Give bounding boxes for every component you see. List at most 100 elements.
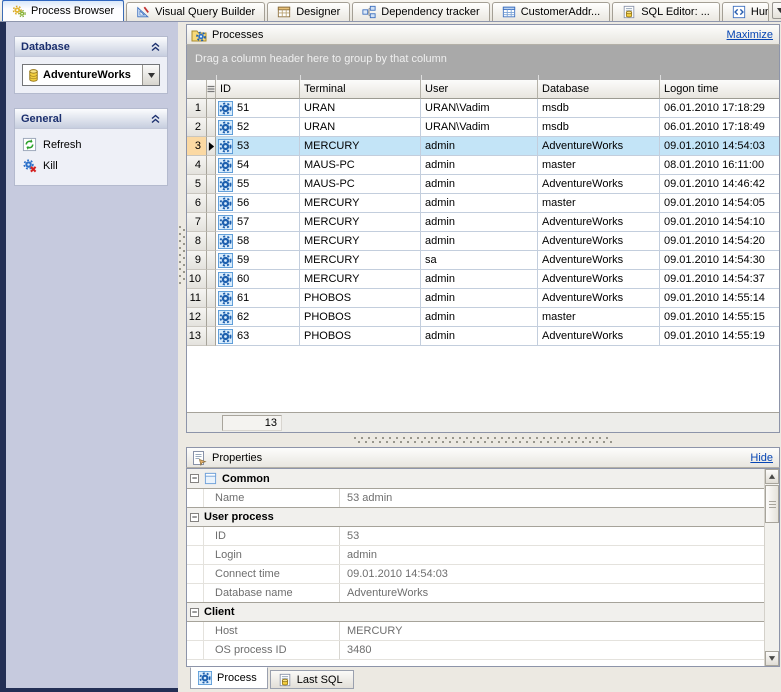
sidebar-item-kill[interactable]: Kill <box>15 155 167 176</box>
cell-id-value: 53 <box>237 140 250 152</box>
property-group-user-process[interactable]: − User process <box>187 507 764 527</box>
cell-logon-value: 09.01.2010 14:54:37 <box>664 273 765 285</box>
group-expander[interactable]: − <box>190 607 199 617</box>
tab-process-browser[interactable]: Process Browser <box>2 0 125 21</box>
group-by-bar[interactable]: Drag a column header here to group by th… <box>186 45 780 80</box>
property-name: Database name <box>187 584 340 602</box>
section-header-database[interactable]: Database <box>15 37 167 57</box>
property-login[interactable]: Login admin <box>187 546 764 565</box>
group-expander[interactable]: − <box>190 512 199 522</box>
process-row-52[interactable]: 2 52 URAN URAN\Vadim msdb 06.01.2010 17:18:49 <box>187 118 779 137</box>
property-os-process-id[interactable]: OS process ID 3480 <box>187 641 764 660</box>
column-header-logon-time[interactable]: Logon time <box>660 80 779 99</box>
property-group-client[interactable]: − Client <box>187 602 764 622</box>
process-row-62[interactable]: 12 62 PHOBOS admin master 09.01.2010 14:55:15 <box>187 308 779 327</box>
cell-logon-value: 06.01.2010 17:18:29 <box>664 102 765 114</box>
tab-visual-query-builder[interactable]: Visual Query Builder <box>126 2 266 21</box>
property-connect-time[interactable]: Connect time 09.01.2010 14:54:03 <box>187 565 764 584</box>
process-row-59[interactable]: 9 59 MERCURY sa AdventureWorks 09.01.2010 14:… <box>187 251 779 270</box>
tab-sql-editor[interactable]: SQL Editor: ... <box>612 2 720 21</box>
process-row-60[interactable]: 10 60 MERCURY admin AdventureWorks 09.01.2010… <box>187 270 779 289</box>
process-row-53[interactable]: 3 53 MERCURY admin AdventureWorks 09.01.2010 … <box>187 137 779 156</box>
column-header-database[interactable]: Database <box>538 80 660 99</box>
designer-icon <box>277 5 291 19</box>
cell-database-value: AdventureWorks <box>542 216 624 228</box>
column-header-id[interactable]: ID <box>216 80 300 99</box>
collapse-chevron-icon[interactable] <box>150 42 161 52</box>
process-row-56[interactable]: 6 56 MERCURY admin master 09.01.2010 14:54:05 <box>187 194 779 213</box>
property-name[interactable]: Name 53 admin <box>187 489 764 508</box>
section-header-general[interactable]: General <box>15 109 167 129</box>
property-host[interactable]: Host MERCURY <box>187 622 764 641</box>
cell-user-value: admin <box>425 216 455 228</box>
tab-list-dropdown-button[interactable] <box>771 2 781 19</box>
sidebar-item-refresh[interactable]: Refresh <box>15 134 167 155</box>
process-row-51[interactable]: 1 51 URAN URAN\Vadim msdb 06.01.2010 17:18:29 <box>187 99 779 118</box>
process-row-63[interactable]: 13 63 PHOBOS admin AdventureWorks 09.01.2010 … <box>187 327 779 346</box>
properties-icon <box>191 450 207 466</box>
group-expander[interactable]: − <box>190 474 199 483</box>
cell-database: msdb <box>538 118 660 137</box>
process-row-57[interactable]: 7 57 MERCURY admin AdventureWorks 09.01.2010 … <box>187 213 779 232</box>
bottom-tab-process[interactable]: Process <box>190 667 268 689</box>
cell-database: AdventureWorks <box>538 213 660 232</box>
cell-database-value: msdb <box>542 102 569 114</box>
splitter-grip <box>178 226 186 284</box>
properties-scrollbar[interactable] <box>764 469 779 666</box>
bottom-tab-last-sql[interactable]: Last SQL <box>269 670 354 689</box>
scrollbar-thumb[interactable] <box>765 485 779 523</box>
column-header-user[interactable]: User <box>421 80 538 99</box>
process-row-54[interactable]: 4 54 MAUS-PC admin master 08.01.2010 16:11:00 <box>187 156 779 175</box>
tab-label: Designer <box>296 6 341 18</box>
process-row-61[interactable]: 11 61 PHOBOS admin AdventureWorks 09.01.2010 … <box>187 289 779 308</box>
row-indicator <box>207 327 216 346</box>
grid-rows: 1 51 URAN URAN\Vadim msdb 06.01.2010 17:18:29… <box>187 99 779 346</box>
processes-panel-header: Processes Maximize <box>186 24 780 45</box>
column-chooser-button[interactable] <box>207 80 216 99</box>
process-row-58[interactable]: 8 58 MERCURY admin AdventureWorks 09.01.2010 … <box>187 232 779 251</box>
tab-label: Process Browser <box>31 5 115 17</box>
property-name: Connect time <box>187 565 340 583</box>
cell-terminal-value: MERCURY <box>304 254 360 266</box>
process-browser-icon <box>12 4 26 18</box>
sql-doc-icon <box>278 673 292 687</box>
cell-id: 52 <box>216 118 300 137</box>
tab-hun[interactable]: Hun <box>721 2 769 21</box>
cell-logon-value: 09.01.2010 14:46:42 <box>664 178 765 190</box>
cell-user-value: admin <box>425 273 455 285</box>
scroll-down-button[interactable] <box>765 651 779 666</box>
bottom-tab-label: Last SQL <box>296 673 343 686</box>
tab-customeraddr[interactable]: CustomerAddr... <box>491 2 611 21</box>
hide-link[interactable]: Hide <box>750 452 773 464</box>
cell-database: AdventureWorks <box>538 251 660 270</box>
cell-user-value: admin <box>425 330 455 342</box>
row-indicator <box>207 175 216 194</box>
column-header-terminal[interactable]: Terminal <box>300 80 421 99</box>
tab-dependency-tracker[interactable]: Dependency tracker <box>352 2 490 21</box>
horizontal-splitter[interactable] <box>186 433 780 447</box>
tab-designer[interactable]: Designer <box>267 2 351 21</box>
cell-user: admin <box>421 213 538 232</box>
query-builder-icon <box>136 5 150 19</box>
property-database-name[interactable]: Database name AdventureWorks <box>187 584 764 603</box>
process-row-55[interactable]: 5 55 MAUS-PC admin AdventureWorks 09.01.2010 … <box>187 175 779 194</box>
cell-id-value: 58 <box>237 235 250 247</box>
property-group-common[interactable]: − Common <box>187 469 764 489</box>
combo-dropdown-button[interactable] <box>142 65 159 85</box>
column-header-label: ID <box>220 83 231 95</box>
sidebar-splitter[interactable] <box>178 22 186 692</box>
property-id[interactable]: ID 53 <box>187 527 764 546</box>
row-number-column-header <box>187 80 207 99</box>
scroll-up-button[interactable] <box>765 469 779 484</box>
row-number-label: 9 <box>194 254 201 266</box>
row-number-label: 4 <box>194 159 201 171</box>
collapse-chevron-icon[interactable] <box>150 114 161 124</box>
cell-user: URAN\Vadim <box>421 99 538 118</box>
row-number: 2 <box>187 118 207 137</box>
cell-database-value: msdb <box>542 121 569 133</box>
cell-terminal: URAN <box>300 99 421 118</box>
refresh-icon <box>22 137 37 152</box>
database-combobox[interactable]: AdventureWorks <box>22 64 160 86</box>
cell-id: 54 <box>216 156 300 175</box>
maximize-link[interactable]: Maximize <box>727 29 773 41</box>
